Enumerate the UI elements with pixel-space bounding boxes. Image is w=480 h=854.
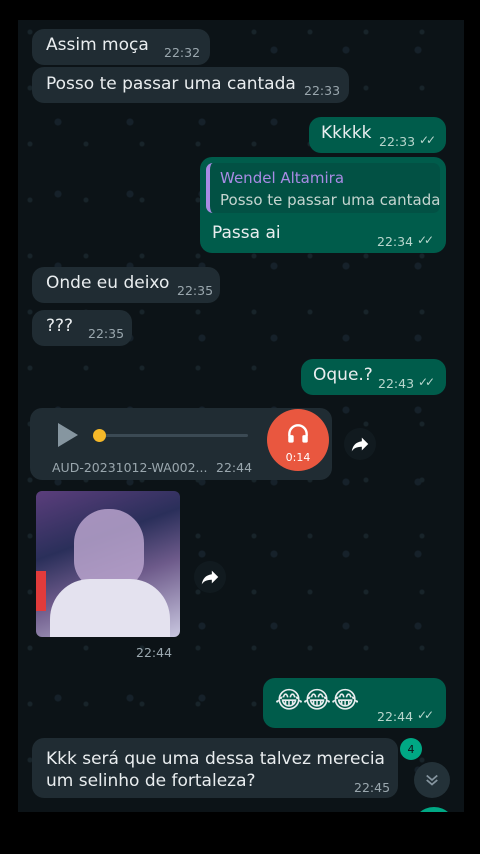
forward-button[interactable] xyxy=(194,561,226,593)
photo-light xyxy=(36,571,46,611)
message-time: 22:35 xyxy=(88,326,125,341)
forward-button[interactable] xyxy=(344,428,376,460)
message-outgoing-reply[interactable]: Wendel Altamira Posso te passar uma cant… xyxy=(200,157,446,253)
read-receipt-icon: ✓✓ xyxy=(419,133,436,147)
message-time: 22:43 xyxy=(378,376,415,391)
message-text: Kkk será que uma dessa talvez merecia xyxy=(46,749,385,769)
message-incoming[interactable]: Assim moça 22:32 xyxy=(32,29,210,65)
read-receipt-icon: ✓✓ xyxy=(417,233,434,247)
message-time: 22:45 xyxy=(354,780,391,795)
message-text: Kkkkk xyxy=(321,123,372,143)
message-time: 22:44 xyxy=(136,645,173,660)
message-text: Onde eu deixo xyxy=(46,273,170,293)
message-time: 22:32 xyxy=(164,45,201,60)
photo-person-silhouette xyxy=(74,509,144,589)
photo-thumbnail[interactable] xyxy=(36,491,180,637)
message-text: 😂😂😂 xyxy=(275,686,360,714)
forward-icon xyxy=(351,437,369,452)
audio-progress-handle[interactable] xyxy=(93,429,106,442)
message-outgoing[interactable]: Kkkkk 22:33 ✓✓ xyxy=(309,117,446,153)
scroll-to-bottom-button[interactable] xyxy=(414,762,450,798)
quoted-sender: Wendel Altamira xyxy=(220,169,345,187)
unread-count-badge: 4 xyxy=(400,738,422,760)
chat-background[interactable]: Assim moça 22:32 Posso te passar uma can… xyxy=(18,20,464,812)
message-text: Assim moça xyxy=(46,35,149,55)
message-time: 22:34 xyxy=(377,234,414,249)
fab-button[interactable] xyxy=(412,807,456,812)
message-outgoing[interactable]: 😂😂😂 22:44 ✓✓ xyxy=(263,678,446,728)
message-text: Oque.? xyxy=(313,365,373,385)
message-time: 22:44 xyxy=(377,709,414,724)
message-time: 22:33 xyxy=(379,134,416,149)
chevron-double-down-icon xyxy=(426,774,438,786)
message-incoming[interactable]: Onde eu deixo 22:35 xyxy=(32,267,220,303)
play-icon[interactable] xyxy=(58,423,78,447)
message-text-line2: um selinho de fortaleza? xyxy=(46,771,256,791)
photo-shirt xyxy=(50,579,170,637)
audio-progress-track[interactable] xyxy=(96,434,248,437)
headphones-icon xyxy=(288,424,308,443)
read-receipt-icon: ✓✓ xyxy=(417,708,434,722)
message-time: 22:33 xyxy=(304,83,341,98)
message-time: 22:35 xyxy=(177,283,214,298)
message-incoming[interactable]: Kkk será que uma dessa talvez merecia um… xyxy=(32,738,398,798)
message-incoming[interactable]: Posso te passar uma cantada 22:33 xyxy=(32,67,349,103)
read-receipt-icon: ✓✓ xyxy=(418,375,435,389)
audio-duration: 0:14 xyxy=(285,451,311,464)
message-time: 22:44 xyxy=(216,460,253,475)
message-incoming[interactable]: ??? 22:35 xyxy=(32,310,132,346)
forward-icon xyxy=(201,570,219,585)
message-text: Posso te passar uma cantada xyxy=(46,74,296,94)
headphones-button[interactable]: 0:14 xyxy=(267,409,329,471)
quoted-text: Posso te passar uma cantada xyxy=(220,191,441,209)
quoted-message[interactable]: Wendel Altamira Posso te passar uma cant… xyxy=(206,163,440,213)
message-text: Passa ai xyxy=(212,223,281,243)
message-text: ??? xyxy=(46,316,74,336)
audio-filename: AUD-20231012-WA002... xyxy=(52,460,208,475)
message-outgoing[interactable]: Oque.? 22:43 ✓✓ xyxy=(301,359,446,395)
